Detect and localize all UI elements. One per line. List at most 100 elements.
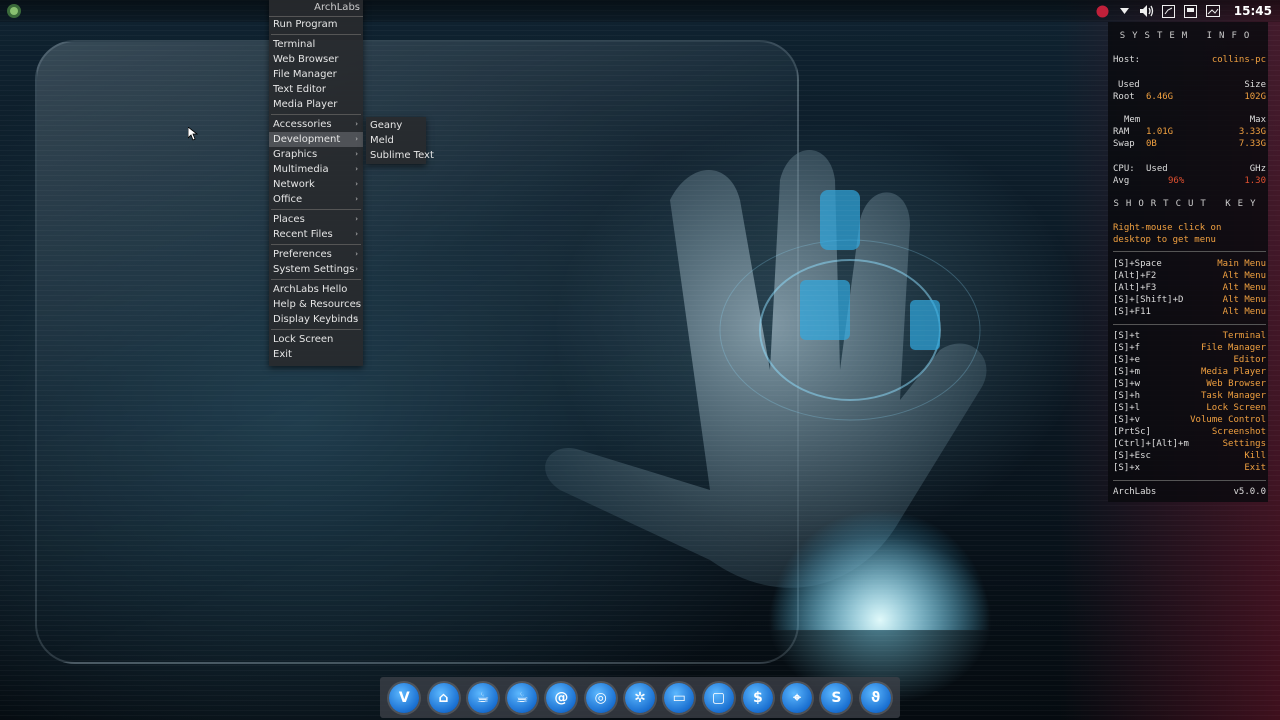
menu-item-label: Media Player: [273, 99, 338, 110]
system-tray: 15:45: [1096, 2, 1272, 20]
files-icon[interactable]: ▭: [664, 682, 695, 713]
teapot-icon-2[interactable]: ☕: [507, 682, 538, 713]
menu-item-development[interactable]: Development ›: [269, 132, 363, 147]
menu-item-recent-files[interactable]: Recent Files ›: [269, 227, 363, 242]
menu-separator: [271, 244, 361, 245]
menu-item-text-editor[interactable]: Text Editor: [269, 82, 363, 97]
menu-item-web-browser[interactable]: Web Browser: [269, 52, 363, 67]
menu-item-help-resources[interactable]: Help & Resources ›: [269, 297, 363, 312]
system-info-header: SYSTEM INFO: [1119, 31, 1257, 41]
shortcut-row: [S]+m Media Player: [1113, 366, 1266, 378]
menu-item-graphics[interactable]: Graphics ›: [269, 147, 363, 162]
shortcut-key: [S]+t: [1113, 331, 1141, 341]
shortcut-action: Exit: [1244, 463, 1266, 473]
network-icon[interactable]: [1162, 4, 1176, 18]
menu-item-archlabs-hello[interactable]: ArchLabs Hello: [269, 282, 363, 297]
menu-item-terminal[interactable]: Terminal: [269, 37, 363, 52]
menu-separator: [271, 114, 361, 115]
screenshot-icon[interactable]: ⌖: [782, 682, 813, 713]
battery-icon[interactable]: [1184, 4, 1198, 18]
menu-item-label: Development: [273, 134, 341, 145]
dropdown-arrow-icon[interactable]: [1118, 4, 1132, 18]
used-label: Used: [1118, 80, 1140, 90]
shortcut-row: [Ctrl]+[Alt]+m Settings: [1113, 438, 1266, 450]
submenu-item-geany[interactable]: Geany: [366, 118, 426, 133]
menu-item-system-settings[interactable]: System Settings ›: [269, 262, 363, 277]
disk-header-row: Used Size: [1113, 79, 1266, 91]
menu-item-places[interactable]: Places ›: [269, 212, 363, 227]
shortcut-row: [S]+w Web Browser: [1113, 378, 1266, 390]
shortcut-key: [S]+x: [1113, 463, 1141, 473]
chrome-icon[interactable]: ◎: [585, 682, 616, 713]
submenu-arrow-icon: ›: [355, 150, 358, 158]
menu-item-label: Exit: [273, 349, 292, 360]
app-indicator-icon[interactable]: [1096, 4, 1110, 18]
main-menu: ArchLabs Run Program Terminal Web Browse…: [269, 0, 363, 366]
skype-icon[interactable]: S: [821, 682, 852, 713]
archlabs-logo-icon[interactable]: [6, 3, 22, 19]
menu-item-label: Meld: [370, 135, 394, 146]
menu-item-run-program[interactable]: Run Program: [269, 17, 363, 32]
window-icon[interactable]: ▢: [703, 682, 734, 713]
max-label: Max: [1249, 115, 1266, 125]
firefox-icon[interactable]: ϑ: [860, 682, 891, 713]
top-panel: 15:45: [0, 0, 1280, 22]
wallpaper-hand-graphic: [545, 150, 990, 630]
menu-item-multimedia[interactable]: Multimedia ›: [269, 162, 363, 177]
swap-used: 0B: [1146, 139, 1157, 149]
menu-item-label: Display Keybinds: [273, 314, 359, 325]
menu-item-exit[interactable]: Exit: [269, 347, 363, 362]
menu-item-label: File Manager: [273, 69, 337, 80]
menu-item-lock-screen[interactable]: Lock Screen: [269, 332, 363, 347]
shortcut-action: File Manager: [1200, 343, 1266, 353]
cpu-header-row: CPU: Used GHz: [1113, 163, 1266, 175]
menu-item-media-player[interactable]: Media Player: [269, 97, 363, 112]
submenu-arrow-icon: ›: [355, 265, 358, 273]
menu-item-office[interactable]: Office ›: [269, 192, 363, 207]
submenu-arrow-icon: ›: [355, 195, 358, 203]
shortcut-row: [S]+h Task Manager: [1113, 390, 1266, 402]
ram-max: 3.33G: [1238, 127, 1266, 137]
shortcut-action: Alt Menu: [1222, 283, 1266, 293]
menu-item-label: Preferences: [273, 249, 332, 260]
mem-label: Mem: [1124, 115, 1141, 125]
shortcut-row: [S]+x Exit: [1113, 462, 1266, 474]
shortcut-key: [S]+Esc: [1113, 451, 1151, 461]
avg-label: Avg: [1113, 176, 1130, 186]
footer-name: ArchLabs: [1113, 487, 1157, 497]
clock[interactable]: 15:45: [1234, 4, 1272, 18]
menu-item-label: ArchLabs Hello: [273, 284, 348, 295]
submenu-item-meld[interactable]: Meld: [366, 133, 426, 148]
cpu-label: CPU:: [1113, 164, 1135, 174]
shortcut-row: [S]+t Terminal: [1113, 330, 1266, 342]
aperture-icon[interactable]: ✲: [624, 682, 655, 713]
conky-panel: SYSTEM INFO Host: collins-pc Used Size R…: [1108, 22, 1268, 502]
host-row: Host: collins-pc: [1113, 54, 1266, 66]
host-label: Host:: [1113, 55, 1141, 65]
desktop-wallpaper[interactable]: [0, 0, 1280, 720]
volume-icon[interactable]: [1139, 4, 1154, 18]
menu-item-network[interactable]: Network ›: [269, 177, 363, 192]
menu-separator: [271, 279, 361, 280]
shortcut-key-header: SHORTCUT KEY: [1113, 199, 1263, 209]
ram-used: 1.01G: [1146, 127, 1174, 137]
menu-item-accessories[interactable]: Accessories ›: [269, 117, 363, 132]
menu-item-preferences[interactable]: Preferences ›: [269, 247, 363, 262]
shortcut-action: Kill: [1244, 451, 1266, 461]
swirl-icon[interactable]: @: [546, 682, 577, 713]
vivaldi-icon[interactable]: V: [389, 682, 420, 713]
teapot-icon[interactable]: ☕: [467, 682, 498, 713]
menu-item-label: Graphics: [273, 149, 318, 160]
money-icon[interactable]: $: [742, 682, 773, 713]
submenu-arrow-icon: ›: [355, 120, 358, 128]
screen-icon[interactable]: [1205, 4, 1220, 18]
home-icon[interactable]: ⌂: [428, 682, 459, 713]
ghz-label: GHz: [1249, 164, 1266, 174]
submenu-arrow-icon: ›: [355, 135, 358, 143]
submenu-arrow-icon: ›: [355, 315, 358, 323]
menu-item-file-manager[interactable]: File Manager: [269, 67, 363, 82]
shortcut-row: [S]+Esc Kill: [1113, 450, 1266, 462]
menu-item-display-keybinds[interactable]: Display Keybinds ›: [269, 312, 363, 327]
shortcut-action: Alt Menu: [1222, 307, 1266, 317]
submenu-item-sublime-text[interactable]: Sublime Text: [366, 148, 434, 163]
